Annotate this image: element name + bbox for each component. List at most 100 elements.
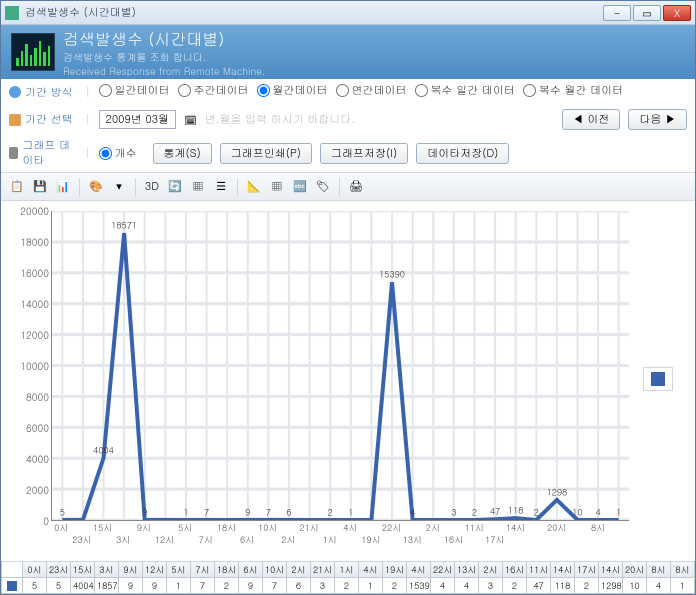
data-label: 9 [142, 506, 147, 519]
y-tick: 2000 [26, 483, 49, 497]
grid-value-cell: 1 [359, 578, 383, 594]
tool-rotate-icon[interactable]: 🔄 [165, 177, 185, 197]
calendar-step-icon[interactable]: 🗓 [184, 113, 197, 127]
grid-header-cell: 4시 [407, 562, 431, 578]
close-button[interactable]: X [663, 5, 691, 21]
period-type-radio[interactable]: 월간데이터 [257, 83, 328, 98]
grid-value-cell: 3 [311, 578, 335, 594]
grid-value-cell: 1 [671, 578, 695, 594]
y-tick: 20000 [20, 204, 49, 218]
tool-palette-icon[interactable]: 🎨 [86, 177, 106, 197]
tool-legend-icon[interactable]: 🔤 [290, 177, 310, 197]
chart-toolbar: 📋 💾 📊 🎨 ▾ 3D 🔄 ▦ ☰ 📐 ▦ 🔤 🏷 🖨 [1, 173, 695, 201]
tool-chart-icon[interactable]: 📊 [53, 177, 73, 197]
grid-series-swatch [1, 578, 23, 594]
prev-button[interactable]: ◀ 이전 [562, 109, 621, 130]
x-tick: 15시 [93, 521, 112, 534]
tool-stack-icon[interactable]: ☰ [211, 177, 231, 197]
x-tick: 23시 [72, 533, 91, 546]
tool-print-icon[interactable]: 🖨 [346, 177, 366, 197]
tool-save-icon[interactable]: 💾 [30, 177, 50, 197]
tool-axis-icon[interactable]: 📐 [244, 177, 264, 197]
data-label: 15390 [379, 268, 405, 281]
grid-header-cell: 8시 [647, 562, 671, 578]
grid-header-cell: 2시 [479, 562, 503, 578]
grid-header-cell: 5시 [167, 562, 191, 578]
grid-value-cell: 2 [503, 578, 527, 594]
grid-header-cell: 14시 [599, 562, 623, 578]
tool-grid-icon[interactable]: ▦ [267, 177, 287, 197]
grid-value-cell: 6 [287, 578, 311, 594]
period-type-radio[interactable]: 주간데이터 [178, 83, 249, 98]
y-tick: 10000 [20, 359, 49, 373]
period-type-radio[interactable]: 일간데이터 [99, 83, 170, 98]
x-tick: 14시 [506, 521, 525, 534]
grid-value-cell: 15390 [407, 578, 431, 594]
data-label: 5 [60, 506, 65, 519]
x-tick: 2시 [281, 533, 295, 546]
grid-value-cell: 1 [167, 578, 191, 594]
tool-cluster-icon[interactable]: ▦ [188, 177, 208, 197]
x-tick: 8시 [591, 521, 605, 534]
grid-value-cell: 2 [215, 578, 239, 594]
grid-value-cell: 118 [551, 578, 575, 594]
grid-header-cell: 3시 [95, 562, 119, 578]
grid-header-cell: 15시 [71, 562, 95, 578]
y-tick: 0 [43, 514, 49, 528]
equalizer-icon [11, 33, 55, 71]
grid-value-cell: 2 [383, 578, 407, 594]
grid-header-cell: 21시 [311, 562, 335, 578]
count-radio[interactable]: 개수 [99, 146, 137, 161]
x-tick: 21시 [299, 521, 318, 534]
tool-style-icon[interactable]: ▾ [109, 177, 129, 197]
save-data-button[interactable]: 데이타저장(D) [416, 143, 509, 164]
maximize-button[interactable]: ▭ [633, 5, 661, 21]
grid-value-cell: 4004 [71, 578, 95, 594]
save-graph-button[interactable]: 그래프저장(I) [320, 143, 408, 164]
graph-data-label: 그래프 데이타 [22, 138, 77, 168]
grid-value-cell: 4 [455, 578, 479, 594]
disk-icon [9, 147, 18, 159]
y-tick: 12000 [20, 328, 49, 342]
x-tick: 19시 [361, 533, 380, 546]
options-panel: 기간 방식 | 일간데이터주간데이터월간데이터연간데이터복수 일간 데이터복수 … [1, 79, 695, 173]
data-label: 4 [410, 506, 415, 519]
chart-svg [52, 211, 629, 520]
period-type-radio[interactable]: 복수 월간 데이터 [523, 83, 623, 98]
tool-copy-icon[interactable]: 📋 [7, 177, 27, 197]
period-value[interactable]: 2009년 03월 [99, 110, 177, 129]
tool-label-icon[interactable]: 🏷 [313, 177, 333, 197]
grid-header-cell: 14시 [551, 562, 575, 578]
tool-3d-icon[interactable]: 3D [142, 177, 162, 197]
x-tick: 6시 [240, 533, 254, 546]
chart-area: 0200040006000800010000120001400016000180… [1, 201, 695, 561]
legend-swatch [651, 372, 665, 386]
x-tick: 1시 [323, 533, 337, 546]
grid-header-cell: 23시 [47, 562, 71, 578]
grid-header-cell: 13시 [455, 562, 479, 578]
grid-header-cell: 8시 [671, 562, 695, 578]
stats-button[interactable]: 통계(S) [153, 143, 212, 164]
minimize-button[interactable]: – [603, 5, 631, 21]
x-tick: 17시 [485, 533, 504, 546]
data-label: 6 [286, 506, 291, 519]
period-type-radio[interactable]: 연간데이터 [336, 83, 407, 98]
data-label: 7 [266, 506, 271, 519]
data-label: 1 [183, 506, 188, 519]
question-icon [9, 86, 21, 98]
grid-header-cell: 2시 [287, 562, 311, 578]
grid-header-cell: 7시 [191, 562, 215, 578]
x-axis: 0시15시9시5시18시10시21시4시22시2시11시14시20시8시23시3… [51, 521, 629, 557]
grid-header-cell: 9시 [119, 562, 143, 578]
x-tick: 7시 [199, 533, 213, 546]
next-button[interactable]: 다음 ▶ [628, 109, 687, 130]
data-label: 4004 [93, 444, 114, 457]
print-button[interactable]: 그래프인쇄(P) [220, 143, 312, 164]
grid-header-cell: 1시 [335, 562, 359, 578]
grid-header-cell: 18시 [215, 562, 239, 578]
grid-value-cell: 7 [263, 578, 287, 594]
period-type-radio[interactable]: 복수 일간 데이터 [415, 83, 515, 98]
x-tick: 22시 [382, 521, 401, 534]
data-label: 2 [328, 506, 333, 519]
page-title: 검색발생수 (시간대별) [63, 27, 265, 50]
